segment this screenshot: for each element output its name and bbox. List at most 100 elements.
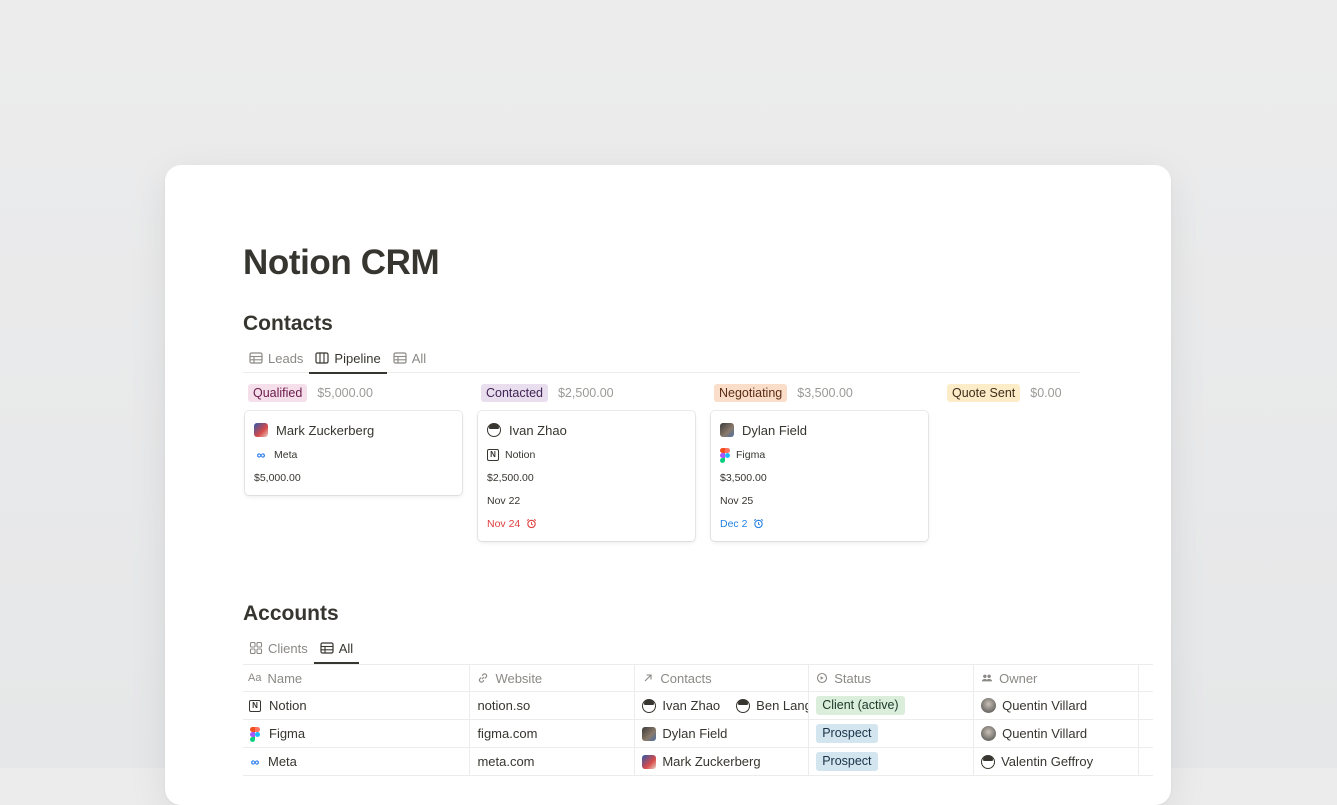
- column-header-more: [1139, 665, 1153, 691]
- column-header-owner[interactable]: Owner: [974, 665, 1139, 691]
- avatar: [487, 423, 501, 437]
- website-link[interactable]: meta.com: [477, 754, 534, 769]
- card-reminder-date: Nov 24: [487, 517, 521, 530]
- header-label: Name: [267, 670, 303, 686]
- board-column-quote-sent: Quote Sent $0.00: [942, 383, 1160, 403]
- column-sum: $2,500.00: [557, 386, 614, 400]
- website-link[interactable]: figma.com: [477, 726, 537, 741]
- cell-owner[interactable]: Quentin Villard: [974, 692, 1139, 719]
- card-company: Notion: [505, 448, 536, 461]
- tab-leads[interactable]: Leads: [243, 343, 309, 373]
- cell-status[interactable]: Prospect: [809, 720, 975, 747]
- tab-pipeline[interactable]: Pipeline: [309, 343, 387, 374]
- owner-name: Valentin Geffroy: [1001, 754, 1094, 769]
- table-icon: [249, 352, 263, 364]
- status-pill: Contacted: [481, 384, 548, 402]
- cell-website[interactable]: notion.so: [470, 692, 636, 719]
- column-header-name[interactable]: Aa Name: [243, 665, 471, 691]
- header-label: Status: [834, 670, 872, 686]
- column-sum: $3,500.00: [797, 386, 853, 400]
- page-title: Notion CRM: [243, 243, 440, 282]
- avatar: [642, 754, 657, 769]
- tab-label: All: [411, 350, 427, 366]
- card-reminder-date: Dec 2: [720, 517, 748, 530]
- avatar: [981, 726, 997, 741]
- tab-label: All: [338, 640, 354, 656]
- card-name: Mark Zuckerberg: [276, 422, 375, 438]
- owner-name: Quentin Villard: [1002, 698, 1088, 713]
- text-property-icon: Aa: [248, 672, 262, 684]
- cell-owner[interactable]: Valentin Geffroy: [974, 748, 1139, 775]
- table-row[interactable]: ∞ Meta meta.com Mark Zuckerberg Prospect…: [243, 748, 1153, 776]
- meta-logo-icon: ∞: [250, 754, 260, 769]
- board-column-qualified: Qualified $5,000.00 Mark Zuckerberg ∞ Met…: [243, 383, 462, 495]
- accounts-table: Aa Name Website Contacts Status Owner N …: [243, 664, 1153, 776]
- status-property-icon: [817, 672, 828, 684]
- status-pill: Quote Sent: [947, 384, 1021, 402]
- cell-more: [1139, 720, 1153, 747]
- card-company: Figma: [736, 448, 766, 461]
- contact-name[interactable]: Ivan Zhao: [662, 698, 720, 713]
- cell-contacts[interactable]: Mark Zuckerberg: [635, 748, 810, 775]
- account-name: Notion: [269, 698, 307, 713]
- owner-name: Quentin Villard: [1002, 726, 1088, 741]
- column-header-website[interactable]: Website: [470, 665, 636, 691]
- table-row[interactable]: N Notion notion.so Ivan Zhao Ben Lang Cl…: [243, 692, 1153, 720]
- notion-logo-icon: N: [249, 699, 261, 712]
- card-date: Nov 25: [720, 494, 754, 507]
- status-badge: Prospect: [816, 724, 878, 743]
- cell-name[interactable]: N Notion: [243, 692, 471, 719]
- website-link[interactable]: notion.so: [477, 698, 530, 713]
- alarm-clock-icon: [527, 518, 537, 529]
- people-icon: [981, 674, 993, 682]
- pipeline-card[interactable]: Ivan Zhao N Notion $2,500.00 Nov 22 Nov 2…: [478, 411, 695, 541]
- status-badge: Client (active): [816, 696, 905, 715]
- cell-status[interactable]: Client (active): [809, 692, 975, 719]
- tab-clients[interactable]: Clients: [243, 633, 314, 663]
- board-column-negotiating: Negotiating $3,500.00 Dylan Field Figma …: [709, 383, 928, 541]
- avatar: [642, 726, 657, 741]
- card-company: Meta: [274, 448, 298, 461]
- meta-logo-icon: ∞: [256, 447, 266, 462]
- cell-status[interactable]: Prospect: [809, 748, 975, 775]
- cell-website[interactable]: meta.com: [470, 748, 636, 775]
- tab-label: Clients: [268, 640, 308, 656]
- card-name: Ivan Zhao: [509, 422, 567, 438]
- status-badge: Prospect: [816, 752, 878, 771]
- table-icon: [320, 642, 334, 654]
- contact-name[interactable]: Mark Zuckerberg: [662, 754, 760, 769]
- header-label: Owner: [999, 670, 1038, 686]
- tab-all-accounts[interactable]: All: [313, 633, 360, 664]
- cell-name[interactable]: ∞ Meta: [243, 748, 471, 775]
- tab-label: Pipeline: [334, 350, 381, 366]
- cell-website[interactable]: figma.com: [470, 720, 636, 747]
- cell-owner[interactable]: Quentin Villard: [974, 720, 1139, 747]
- card-amount: $5,000.00: [254, 471, 301, 484]
- status-pill: Qualified: [248, 384, 308, 402]
- card-date: Nov 22: [487, 494, 521, 507]
- contacts-title: Contacts: [243, 312, 333, 335]
- contact-name[interactable]: Dylan Field: [662, 726, 727, 741]
- figma-logo-icon: [720, 447, 730, 463]
- column-header-contacts[interactable]: Contacts: [635, 665, 810, 691]
- table-icon: [393, 352, 407, 364]
- cell-contacts[interactable]: Dylan Field: [635, 720, 810, 747]
- contact-name[interactable]: Ben Lang: [756, 698, 808, 713]
- pipeline-card[interactable]: Dylan Field Figma $3,500.00 Nov 25 Dec 2: [711, 411, 928, 541]
- avatar: [642, 698, 657, 713]
- board-column-contacted: Contacted $2,500.00 Ivan Zhao N Notion $2…: [476, 383, 695, 541]
- pipeline-card[interactable]: Mark Zuckerberg ∞ Meta $5,000.00: [245, 411, 462, 495]
- cell-name[interactable]: Figma: [243, 720, 471, 747]
- column-header-status[interactable]: Status: [809, 665, 975, 691]
- card-name: Dylan Field: [742, 422, 808, 438]
- status-pill: Negotiating: [714, 384, 788, 402]
- header-label: Contacts: [660, 670, 712, 686]
- page-window: Notion CRM Contacts Leads Pipeline All Q…: [165, 165, 1171, 805]
- board-icon: [315, 352, 330, 364]
- contacts-tabs: Leads Pipeline All: [243, 343, 1080, 374]
- tab-all-contacts[interactable]: All: [387, 343, 432, 373]
- cell-contacts[interactable]: Ivan Zhao Ben Lang: [635, 692, 810, 719]
- avatar: [981, 754, 996, 769]
- table-row[interactable]: Figma figma.com Dylan Field Prospect Que…: [243, 720, 1153, 748]
- avatar: [254, 423, 268, 437]
